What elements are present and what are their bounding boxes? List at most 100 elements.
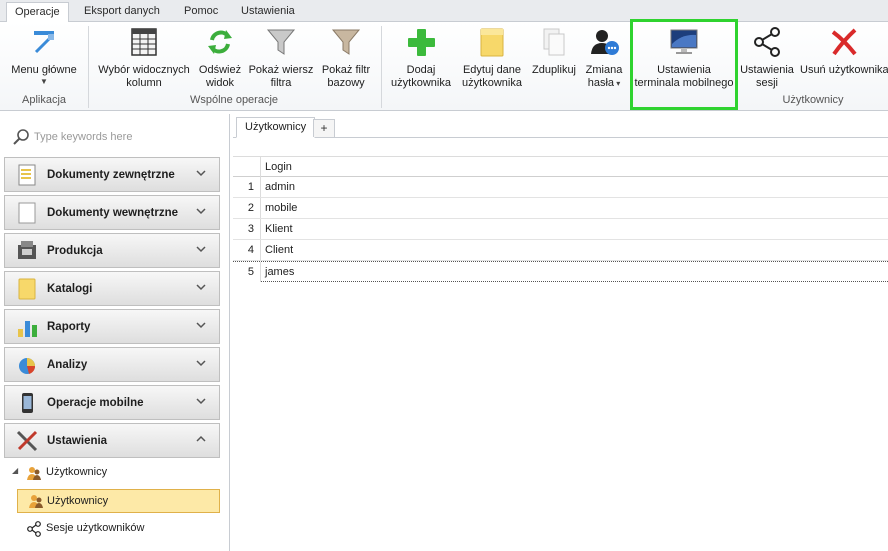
group-label-aplikacja: Aplikacja	[21, 94, 67, 106]
share-network-icon	[754, 27, 780, 57]
show-base-filter-label: Pokaż filtr bazowy	[321, 64, 371, 89]
add-tab-button[interactable]: +	[313, 119, 335, 137]
plus-icon	[408, 29, 435, 56]
chevron-down-icon	[196, 170, 206, 177]
nav-group-raporty[interactable]: Raporty	[4, 309, 220, 344]
nav-group-label: Dokumenty zewnętrzne	[47, 169, 175, 181]
login-cell[interactable]: mobile	[265, 198, 297, 218]
users-icon	[29, 495, 43, 508]
funnel-base-icon	[331, 29, 361, 55]
refresh-view-label: Odśwież widok	[198, 64, 242, 89]
tree-node-uzytkownicy-parent[interactable]: ◢ Użytkownicy	[12, 463, 212, 483]
document-tabs: Użytkownicy +	[233, 114, 888, 138]
tab-eksport-danych[interactable]: Eksport danych	[76, 2, 168, 22]
tab-operacje[interactable]: Operacje	[6, 2, 69, 23]
folder-edit-icon	[480, 28, 504, 57]
production-machine-icon	[18, 241, 36, 259]
content-pane: Użytkownicy + Login 1 admin 2 mobile 3 K…	[233, 114, 888, 551]
login-cell[interactable]: Klient	[265, 219, 293, 239]
session-settings-button[interactable]: Ustawienia sesji	[738, 26, 796, 92]
tree-node-label: Sesje użytkowników	[46, 522, 145, 534]
delete-user-button[interactable]: Usuń użytkownika	[800, 26, 888, 92]
session-settings-label: Ustawienia sesji	[740, 64, 794, 89]
duplicate-button[interactable]: Zduplikuj	[528, 26, 580, 92]
column-header-login[interactable]: Login	[265, 161, 292, 173]
tab-uzytkownicy[interactable]: Użytkownicy	[236, 117, 316, 138]
tree-node-sesje-uzytkownikow[interactable]: Sesje użytkowników	[26, 519, 216, 539]
nav-group-produkcja[interactable]: Produkcja	[4, 233, 220, 268]
table-row[interactable]: 4 Client	[233, 240, 888, 261]
columns-grid-icon	[131, 28, 157, 56]
ribbon-tab-bar: Operacje Eksport danych Pomoc Ustawienia	[0, 0, 888, 23]
chevron-down-icon	[196, 360, 206, 367]
search-input[interactable]	[34, 127, 222, 147]
nav-group-operacje-mobilne[interactable]: Operacje mobilne	[4, 385, 220, 420]
table-row[interactable]: 5 james	[233, 261, 888, 282]
users-icon	[27, 467, 41, 480]
highlight-box	[630, 19, 738, 110]
main-menu-button[interactable]: Menu główne ▼	[6, 26, 82, 92]
table-row[interactable]: 3 Klient	[233, 219, 888, 240]
nav-group-label: Raporty	[47, 321, 91, 333]
table-row[interactable]: 1 admin	[233, 177, 888, 198]
nav-group-label: Dokumenty wewnętrzne	[47, 207, 178, 219]
row-number: 3	[233, 219, 261, 239]
nav-group-analizy[interactable]: Analizy	[4, 347, 220, 382]
login-cell[interactable]: admin	[265, 177, 295, 197]
tools-icon	[16, 430, 38, 452]
table-row[interactable]: 2 mobile	[233, 198, 888, 219]
nav-group-label: Produkcja	[47, 245, 103, 257]
tree-node-label: Użytkownicy	[47, 495, 109, 507]
visible-columns-button[interactable]: Wybór widocznych kolumn	[94, 26, 194, 92]
nav-group-label: Operacje mobilne	[47, 397, 144, 409]
group-label-uzytkownicy: Użytkownicy	[782, 94, 844, 106]
ribbon: Menu główne ▼ Aplikacja Wybór widocznych…	[0, 22, 888, 111]
change-password-button[interactable]: Zmiana hasła ▾	[582, 26, 626, 92]
share-network-icon	[27, 521, 41, 537]
nav-group-dokumenty-zewnetrzne[interactable]: Dokumenty zewnętrzne	[4, 157, 220, 192]
row-number: 5	[233, 262, 261, 282]
row-number: 1	[233, 177, 261, 197]
nav-group-label: Katalogi	[47, 283, 93, 295]
delete-user-label: Usuń użytkownika	[800, 64, 888, 76]
bar-chart-icon	[18, 321, 37, 337]
chevron-up-icon	[196, 435, 206, 442]
add-user-button[interactable]: Dodaj użytkownika	[388, 26, 454, 92]
show-filter-row-label: Pokaż wiersz filtra	[248, 64, 314, 89]
main-menu-label: Menu główne ▼	[11, 64, 77, 86]
tab-pomoc[interactable]: Pomoc	[176, 2, 226, 22]
catalog-folder-icon	[18, 278, 36, 300]
funnel-icon	[266, 29, 296, 55]
search-icon	[13, 129, 29, 145]
group-separator	[381, 26, 382, 108]
search-box	[8, 126, 222, 148]
nav-group-katalogi[interactable]: Katalogi	[4, 271, 220, 306]
change-password-label: Zmiana hasła ▾	[585, 64, 623, 89]
grid-header: Login	[233, 156, 888, 177]
refresh-view-button[interactable]: Odśwież widok	[196, 26, 244, 92]
visible-columns-label: Wybór widocznych kolumn	[98, 64, 190, 89]
chevron-down-icon	[196, 398, 206, 405]
nav-group-label: Analizy	[47, 359, 88, 371]
tree-node-label: Użytkownicy	[46, 466, 108, 478]
show-base-filter-button[interactable]: Pokaż filtr bazowy	[318, 26, 374, 92]
main-menu-icon	[34, 31, 54, 54]
row-number: 4	[233, 240, 261, 260]
document-external-icon	[18, 164, 36, 186]
edit-user-button[interactable]: Edytuj dane użytkownika	[458, 26, 526, 92]
nav-group-label: Ustawienia	[47, 435, 108, 447]
nav-group-dokumenty-wewnetrzne[interactable]: Dokumenty wewnętrzne	[4, 195, 220, 230]
duplicate-label: Zduplikuj	[531, 64, 577, 76]
mobile-phone-icon	[22, 393, 33, 413]
login-cell[interactable]: james	[265, 262, 294, 282]
show-filter-row-button[interactable]: Pokaż wiersz filtra	[248, 26, 314, 92]
tree-node-uzytkownicy-selected[interactable]: Użytkownicy	[17, 489, 220, 513]
nav-group-ustawienia[interactable]: Ustawienia	[4, 423, 220, 458]
delete-x-icon	[831, 28, 857, 56]
group-label-wspolne-operacje: Wspólne operacje	[189, 94, 279, 106]
navigation-pane: Dokumenty zewnętrzne Dokumenty wewnętrzn…	[0, 114, 230, 551]
login-cell[interactable]: Client	[265, 240, 293, 260]
chevron-down-icon	[196, 322, 206, 329]
tab-ustawienia[interactable]: Ustawienia	[233, 2, 303, 22]
duplicate-icon	[543, 28, 565, 56]
